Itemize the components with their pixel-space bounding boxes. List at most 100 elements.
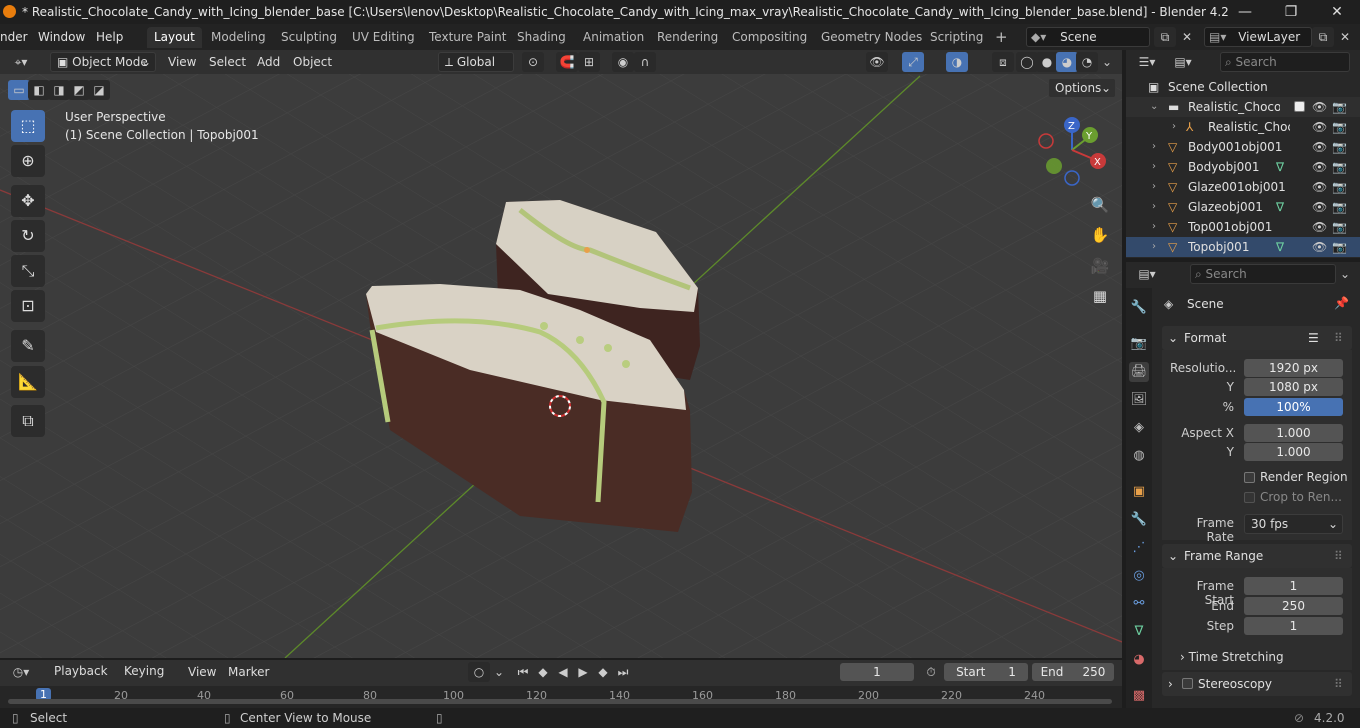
timeline-end-field[interactable]: End 250: [1032, 663, 1114, 681]
mode-dropdown[interactable]: ▣ Object Mode ⌄: [50, 52, 156, 72]
eye-icon[interactable]: 👁: [1312, 97, 1327, 117]
overlays-icon[interactable]: ◑: [946, 52, 968, 72]
keying-options-icon[interactable]: ⌄: [488, 662, 510, 682]
camera-view-icon[interactable]: 🎥: [1088, 254, 1112, 278]
ortho-grid-icon[interactable]: ▦: [1088, 284, 1112, 308]
eye-icon[interactable]: 👁: [1312, 117, 1327, 137]
solid-shading-icon[interactable]: ●: [1036, 52, 1058, 72]
editor-type-icon[interactable]: ⌖▾: [10, 52, 32, 72]
camera-icon[interactable]: 📷: [1332, 237, 1347, 257]
camera-icon[interactable]: 📷: [1332, 137, 1347, 157]
include-checkbox[interactable]: [1294, 101, 1305, 112]
properties-editor-icon[interactable]: ▤▾: [1136, 264, 1158, 284]
add-cube-tool[interactable]: ⧉: [11, 405, 45, 437]
options-dropdown[interactable]: Options ⌄: [1048, 78, 1116, 98]
tab-shading[interactable]: Shading: [510, 27, 573, 48]
eye-icon[interactable]: 👁: [1312, 217, 1327, 237]
prev-keyframe-icon[interactable]: ◆: [532, 662, 554, 682]
maximize-button[interactable]: ❐: [1268, 0, 1314, 24]
drag-handle-icon[interactable]: ⠿: [1334, 544, 1343, 568]
proportional-edit-icon[interactable]: ◉: [612, 52, 634, 72]
playback-menu[interactable]: Playback ⌄: [48, 662, 114, 696]
outliner-row-collection[interactable]: ⌄ ▬ Realistic_Chocolate 👁 📷: [1126, 97, 1360, 117]
menu-view[interactable]: View: [168, 52, 196, 72]
camera-icon[interactable]: 📷: [1332, 177, 1347, 197]
tab-layout[interactable]: Layout: [147, 27, 202, 48]
resolution-x-field[interactable]: 1920 px: [1244, 359, 1343, 377]
resolution-y-field[interactable]: 1080 px: [1244, 378, 1343, 396]
timeline-editor-icon[interactable]: ◷▾: [10, 662, 32, 682]
outliner-row-glaze001obj001[interactable]: › ▽ Glaze001obj001 👁 📷: [1126, 177, 1360, 197]
outliner-editor-icon[interactable]: ☰▾: [1136, 52, 1158, 72]
expand-right-icon[interactable]: ›: [1152, 217, 1156, 237]
tab-scripting[interactable]: Scripting: [923, 27, 990, 48]
play-reverse-icon[interactable]: ◀: [552, 662, 574, 682]
pin-icon[interactable]: 📌: [1334, 296, 1349, 310]
frame-end-field[interactable]: 250: [1244, 597, 1343, 615]
material-tab-icon[interactable]: ◕: [1129, 650, 1149, 670]
remove-scene-icon[interactable]: ✕: [1176, 27, 1198, 47]
transform-orientation-dropdown[interactable]: ⟂ Global: [438, 52, 514, 72]
material-preview-icon[interactable]: ◕: [1056, 52, 1078, 72]
eye-icon[interactable]: 👁: [1312, 237, 1327, 257]
shading-options-icon[interactable]: ⌄: [1096, 52, 1118, 72]
menu-select[interactable]: Select: [209, 52, 246, 72]
outliner-search-input[interactable]: ⌕ Search: [1220, 52, 1350, 72]
modifier-tab-icon[interactable]: 🔧: [1129, 510, 1149, 530]
particles-tab-icon[interactable]: ⋰: [1129, 538, 1149, 558]
remove-view-layer-icon[interactable]: ✕: [1334, 27, 1356, 47]
view-layer-tab-icon[interactable]: 🖼: [1129, 390, 1149, 410]
pivot-point-icon[interactable]: ⊙: [522, 52, 544, 72]
outliner-row-topobj001[interactable]: › ▽ Topobj001 ∇ 👁 📷: [1126, 237, 1360, 257]
select-new-icon[interactable]: ▭: [8, 80, 30, 100]
presets-list-icon[interactable]: ☰: [1308, 326, 1319, 350]
frame-step-field[interactable]: 1: [1244, 617, 1343, 635]
menu-help[interactable]: Help: [96, 28, 123, 46]
close-button[interactable]: ✕: [1314, 0, 1360, 24]
select-invert-icon[interactable]: ◩: [68, 80, 90, 100]
data-tab-icon[interactable]: ∇: [1129, 622, 1149, 642]
tab-animation[interactable]: Animation: [576, 27, 651, 48]
crop-checkbox[interactable]: [1244, 492, 1255, 503]
jump-start-icon[interactable]: ⏮: [512, 662, 534, 682]
tab-modeling[interactable]: Modeling: [204, 27, 273, 48]
add-workspace-icon[interactable]: +: [988, 27, 1015, 48]
zoom-icon[interactable]: 🔍: [1088, 193, 1112, 217]
tab-uv-editing[interactable]: UV Editing: [345, 27, 422, 48]
menu-add[interactable]: Add: [257, 52, 280, 72]
snap-target-icon[interactable]: ⊞: [578, 52, 600, 72]
format-panel-header[interactable]: ⌄ Format ☰ ⠿: [1162, 326, 1352, 350]
expand-right-icon[interactable]: ›: [1152, 197, 1156, 217]
outliner-row-glazeobj001[interactable]: › ▽ Glazeobj001 ∇ 👁 📷: [1126, 197, 1360, 217]
aspect-x-field[interactable]: 1.000: [1244, 424, 1343, 442]
menu-object[interactable]: Object: [293, 52, 332, 72]
resolution-percent-slider[interactable]: 100%: [1244, 398, 1343, 416]
select-intersect-icon[interactable]: ◪: [88, 80, 110, 100]
eye-icon[interactable]: 👁: [1312, 137, 1327, 157]
eye-icon[interactable]: 👁: [1312, 157, 1327, 177]
new-view-layer-icon[interactable]: ⧉: [1312, 27, 1334, 47]
next-keyframe-icon[interactable]: ◆: [592, 662, 614, 682]
select-extend-icon[interactable]: ◧: [28, 80, 50, 100]
select-subtract-icon[interactable]: ◨: [48, 80, 70, 100]
expand-right-icon[interactable]: ›: [1152, 137, 1156, 157]
camera-icon[interactable]: 📷: [1332, 197, 1347, 217]
eye-icon[interactable]: 👁: [1312, 177, 1327, 197]
constraints-tab-icon[interactable]: ⚯: [1129, 594, 1149, 614]
tab-sculpting[interactable]: Sculpting: [274, 27, 344, 48]
stereoscopy-checkbox[interactable]: [1182, 678, 1193, 689]
keying-menu[interactable]: Keying ⌄: [118, 662, 176, 696]
snap-icon[interactable]: 🧲: [556, 52, 578, 72]
aspect-y-field[interactable]: 1.000: [1244, 443, 1343, 461]
timeline-scrollbar[interactable]: [8, 699, 1112, 704]
outliner-row-top001obj001[interactable]: › ▽ Top001obj001 👁 📷: [1126, 217, 1360, 237]
properties-options-icon[interactable]: ⌄: [1334, 264, 1356, 284]
falloff-icon[interactable]: ∩: [634, 52, 656, 72]
properties-search-input[interactable]: ⌕ Search: [1190, 264, 1336, 284]
camera-icon[interactable]: 📷: [1332, 117, 1347, 137]
frame-rate-dropdown[interactable]: 30 fps ⌄: [1244, 514, 1343, 534]
pan-hand-icon[interactable]: ✋: [1088, 223, 1112, 247]
camera-icon[interactable]: 📷: [1332, 97, 1347, 117]
render-tab-icon[interactable]: 📷: [1129, 334, 1149, 354]
eye-icon[interactable]: 👁: [1312, 197, 1327, 217]
